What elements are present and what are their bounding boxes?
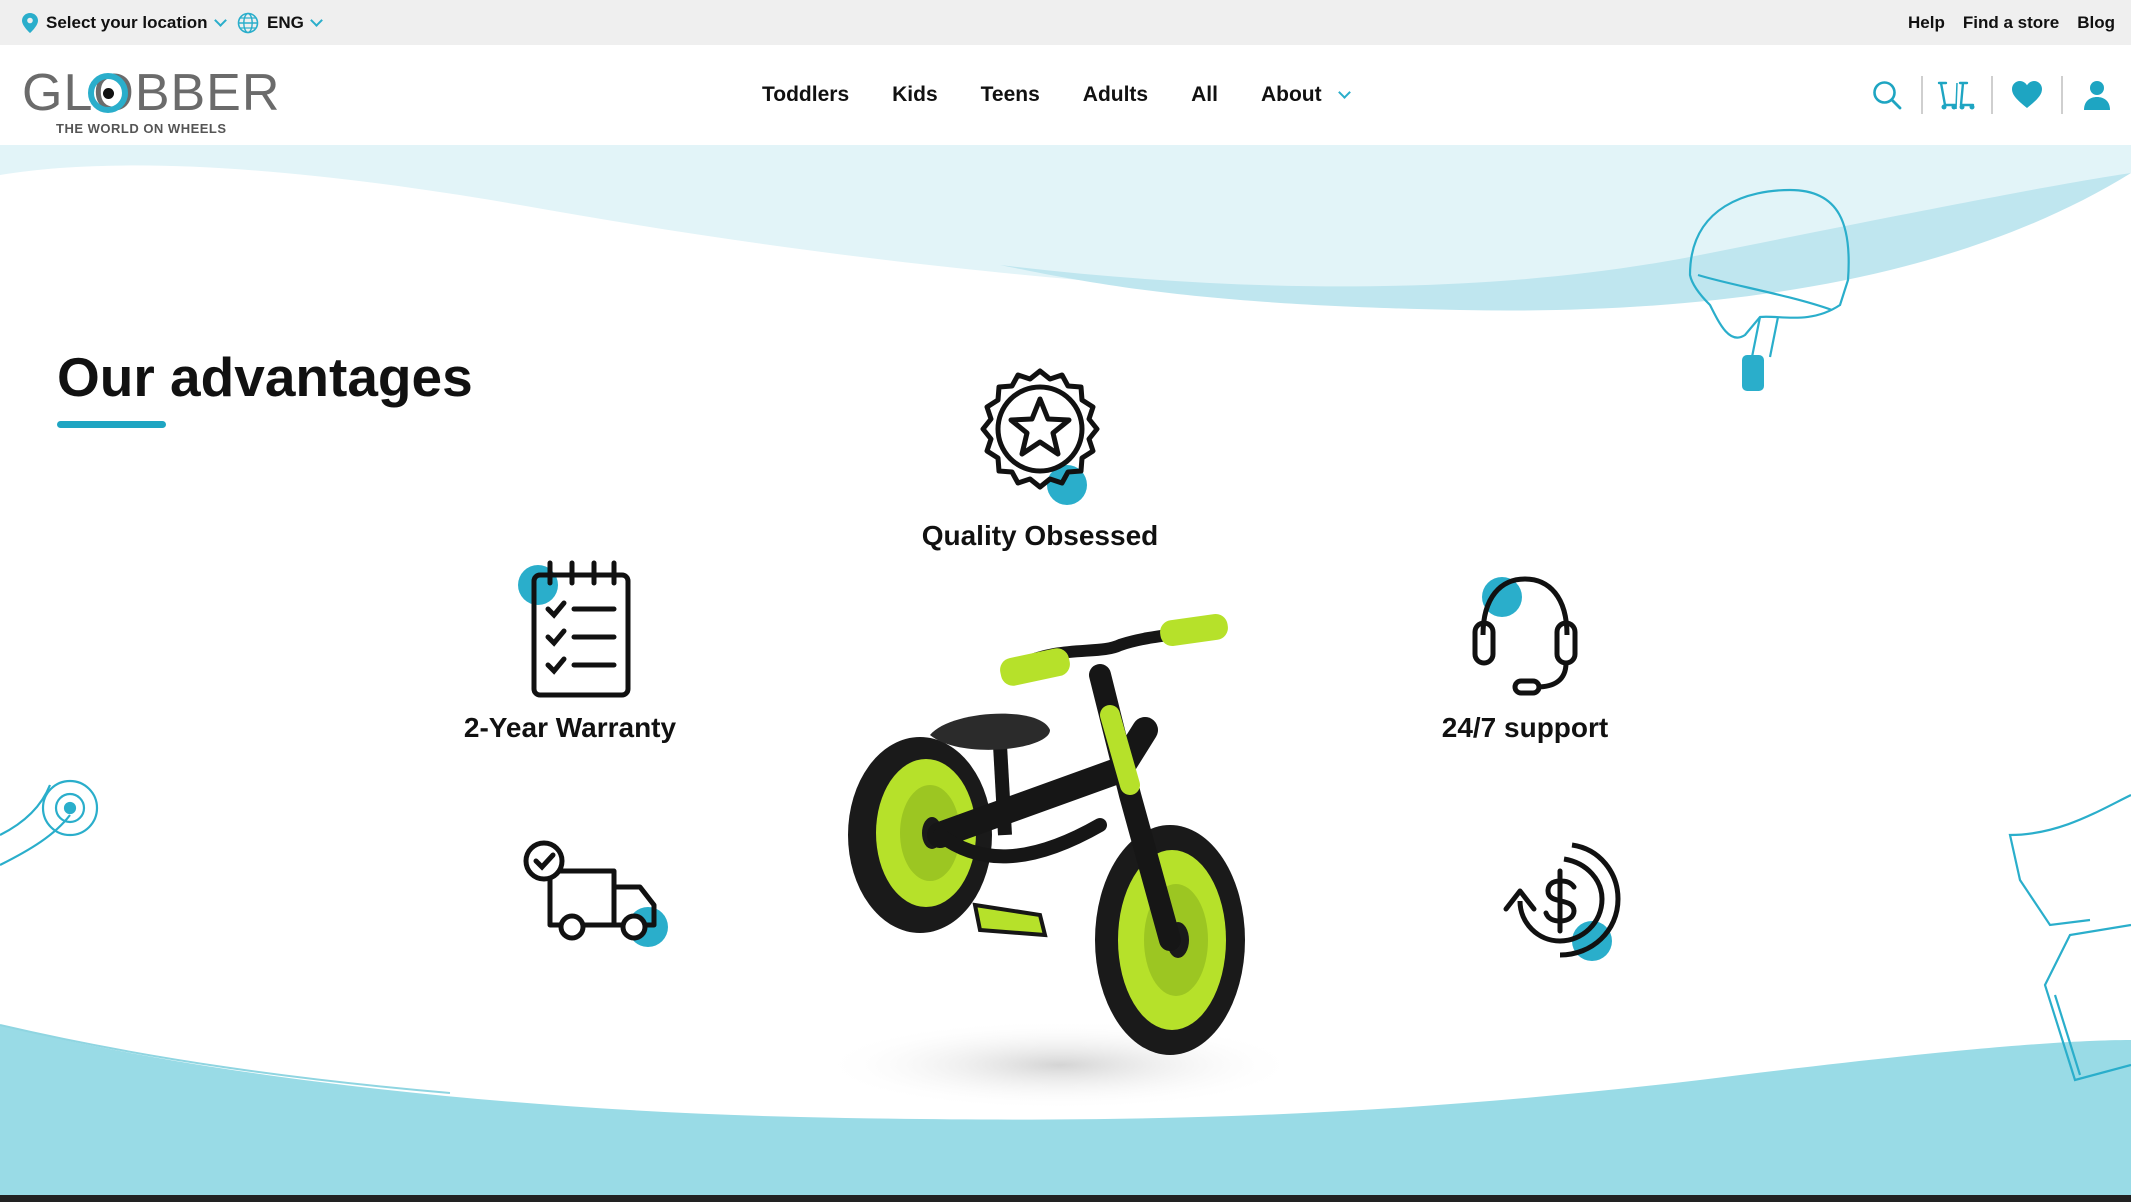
scooter-wheel-illustration	[0, 779, 99, 866]
nav-teens[interactable]: Teens	[981, 83, 1040, 107]
badge-star-icon	[980, 368, 1100, 505]
compare-button[interactable]	[1935, 73, 1979, 117]
checklist-icon	[518, 560, 631, 698]
chevron-down-icon	[309, 13, 323, 27]
help-link[interactable]: Help	[1908, 13, 1945, 33]
headset-icon	[1472, 576, 1578, 696]
nav-all[interactable]: All	[1191, 83, 1218, 107]
balance-bike-illustration	[820, 613, 1300, 1110]
globe-icon	[237, 12, 259, 33]
chevron-down-icon	[1337, 86, 1351, 99]
logo-wheel-icon	[88, 73, 128, 113]
logo-text: GLOBBER	[22, 64, 281, 122]
nav-adults[interactable]: Adults	[1083, 83, 1148, 107]
globber-logo[interactable]: GLOBBER THE WORLD ON WHEELS	[22, 63, 279, 143]
utility-links: Help Find a store Blog	[1908, 0, 2115, 45]
divider	[1991, 76, 1993, 114]
advantage-label: Quality Obsessed	[921, 520, 1159, 551]
advantage-label: 2-Year Warranty	[463, 712, 677, 743]
section-title: Our advantages	[57, 346, 473, 408]
language-selector[interactable]: ENG	[237, 0, 323, 45]
advantage-delivery	[510, 835, 680, 960]
main-header: GLOBBER THE WORLD ON WHEELS Toddlers Kid…	[0, 45, 2131, 145]
advantage-quality: Quality Obsessed	[900, 365, 1180, 552]
advantage-warranty: 2-Year Warranty	[430, 557, 710, 744]
heart-icon	[2012, 81, 2042, 108]
find-store-link[interactable]: Find a store	[1963, 13, 2059, 33]
search-button[interactable]	[1865, 73, 1909, 117]
scooter-parts-illustration	[2008, 794, 2131, 1082]
product-image-balance-bike	[800, 565, 1340, 1125]
divider	[2061, 76, 2063, 114]
nav-about[interactable]: About	[1260, 83, 1351, 107]
money-back-icon	[1503, 842, 1621, 961]
location-selector[interactable]: Select your location	[22, 0, 227, 45]
search-icon	[1873, 81, 1902, 110]
account-button[interactable]	[2075, 73, 2119, 117]
chevron-down-icon	[213, 13, 227, 27]
advantage-support: 24/7 support	[1385, 557, 1665, 744]
delivery-truck-icon	[523, 840, 668, 947]
logo-tagline: THE WORLD ON WHEELS	[56, 121, 227, 136]
advantage-money-back	[1480, 835, 1640, 980]
main-nav: Toddlers Kids Teens Adults All About	[762, 45, 1351, 145]
language-label: ENG	[267, 12, 304, 32]
scooter-compare-icon	[1937, 81, 1975, 110]
blog-link[interactable]: Blog	[2077, 13, 2115, 33]
advantages-section: Our advantages Quality Obsessed 2-Year W	[0, 145, 2131, 1202]
advantage-label: 24/7 support	[1441, 712, 1609, 743]
nav-kids[interactable]: Kids	[892, 83, 938, 107]
divider	[1921, 76, 1923, 114]
title-underline	[57, 421, 166, 428]
nav-toddlers[interactable]: Toddlers	[762, 83, 849, 107]
location-label: Select your location	[46, 12, 208, 32]
wishlist-button[interactable]	[2005, 73, 2049, 117]
utility-bar: Select your location ENG Help Find a sto…	[0, 0, 2131, 45]
map-pin-icon	[22, 12, 38, 33]
nav-about-label: About	[1260, 83, 1322, 106]
user-icon	[2084, 81, 2110, 110]
header-icons	[1865, 45, 2119, 145]
